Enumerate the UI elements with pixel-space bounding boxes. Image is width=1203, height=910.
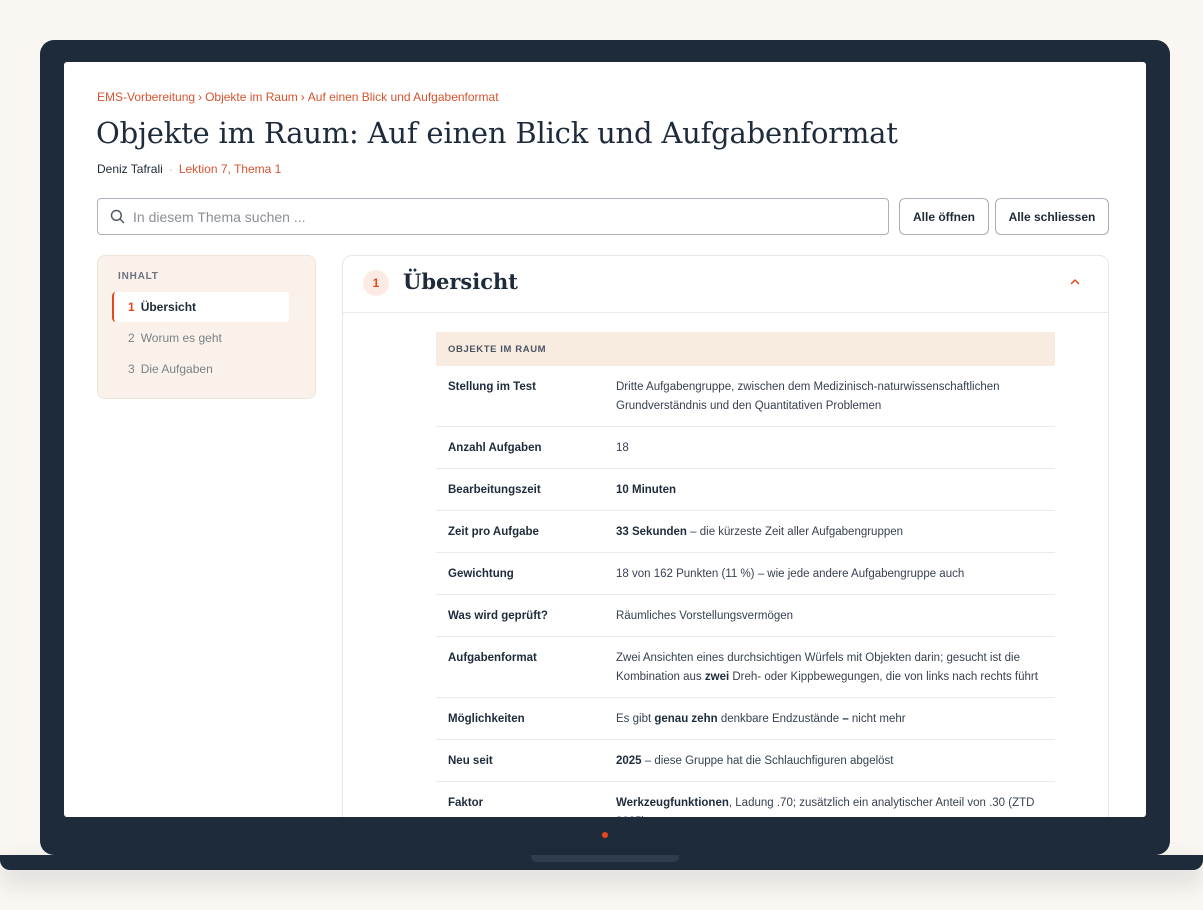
table-row: Was wird geprüft? Räumliches Vorstellungs…	[436, 595, 1055, 637]
table-row: Neu seit 2025 – diese Gruppe hat die Schl…	[436, 740, 1055, 782]
table-row: Aufgabenformat Zwei Ansichten eines durch…	[436, 637, 1055, 698]
row-value-emphasis: zwei	[704, 671, 730, 683]
row-value-text: denkbare Endzustände	[717, 713, 843, 725]
section-header[interactable]: 1 Übersicht	[343, 256, 1108, 313]
row-value-emphasis: 10 Minuten	[616, 484, 677, 496]
breadcrumb: EMS-Vorbereitung › Objekte im Raum › Auf ein…	[97, 90, 499, 104]
row-value-emphasis: 33 Sekunden	[616, 526, 687, 538]
toc-item-label: Übersicht	[140, 300, 197, 314]
row-value-text: Räumliches Vorstellungsvermögen	[616, 610, 794, 622]
meta-separator: ·	[168, 162, 173, 176]
toc-item-die-aufgaben[interactable]: 3 Die Aufgaben	[112, 354, 289, 384]
overview-table: OBJEKTE IM RAUM Stellung im Test Dritte A…	[436, 332, 1055, 817]
row-value-text: 18 von 162 Punkten (11 %) – wie jede and…	[616, 568, 965, 580]
laptop-notch	[531, 855, 679, 862]
row-value: 33 Sekunden – die kürzeste Zeit aller Au…	[616, 523, 1055, 542]
power-indicator-light	[602, 832, 608, 838]
row-label: Bearbeitungszeit	[448, 484, 541, 496]
row-value-text: – die kürzeste Zeit aller Aufgabengruppe…	[686, 526, 904, 538]
table-row: Bearbeitungszeit 10 Minuten	[436, 469, 1055, 511]
row-value-emphasis: Werkzeugfunktionen	[616, 797, 729, 809]
toc-item-number: 1	[128, 300, 135, 314]
row-label: Was wird geprüft?	[448, 610, 548, 622]
search-input[interactable]	[133, 208, 873, 225]
table-row: Zeit pro Aufgabe 33 Sekunden – die kürzes…	[436, 511, 1055, 553]
row-value-text: 18	[616, 442, 629, 454]
table-heading: OBJEKTE IM RAUM	[436, 332, 1055, 366]
toc-title: INHALT	[118, 271, 159, 282]
row-value: 18	[616, 439, 1055, 458]
table-body: Stellung im Test Dritte Aufgabengruppe, z…	[436, 366, 1055, 817]
row-value: 2025 – diese Gruppe hat die Schlauchfigu…	[616, 752, 1055, 771]
row-value: Werkzeugfunktionen, Ladung .70; zusätzli…	[616, 794, 1055, 817]
open-all-button[interactable]: Alle öffnen	[899, 198, 989, 235]
table-row: Faktor Werkzeugfunktionen, Ladung .70; zu…	[436, 782, 1055, 817]
section-title: Übersicht	[403, 269, 518, 294]
row-value-text: Dritte Aufgabengruppe, zwischen dem Medi…	[616, 381, 1000, 412]
table-of-contents: INHALT 1 Übersicht 2 Worum es geht 3 Die Au…	[97, 255, 316, 399]
toc-item-uebersicht[interactable]: 1 Übersicht	[112, 292, 289, 322]
toc-item-worum-es-geht[interactable]: 2 Worum es geht	[112, 323, 289, 353]
table-row: Möglichkeiten Es gibt genau zehn denkbare…	[436, 698, 1055, 740]
row-value-emphasis: 2025	[616, 755, 642, 767]
chevron-up-icon[interactable]	[1069, 276, 1081, 288]
toc-item-label: Die Aufgaben	[140, 362, 213, 376]
table-row: Stellung im Test Dritte Aufgabengruppe, z…	[436, 366, 1055, 427]
row-value-text: Dreh- oder Kippbewegungen, die von links…	[729, 671, 1038, 683]
toc-item-label: Worum es geht	[140, 331, 222, 345]
row-label: Anzahl Aufgaben	[448, 442, 542, 454]
laptop-frame: EMS-Vorbereitung › Objekte im Raum › Auf ein…	[40, 40, 1170, 855]
author-name: Deniz Tafrali	[97, 162, 163, 176]
row-label: Aufgabenformat	[448, 652, 537, 664]
row-value-text: nicht mehr	[848, 713, 906, 725]
row-label: Zeit pro Aufgabe	[448, 526, 539, 538]
row-label: Faktor	[448, 797, 484, 809]
row-label: Möglichkeiten	[448, 713, 525, 725]
breadcrumb-link-objekte[interactable]: Objekte im Raum	[205, 90, 298, 104]
page-title: Objekte im Raum: Auf einen Blick und Auf…	[96, 116, 898, 150]
section-number-badge: 1	[363, 270, 389, 296]
table-row: Anzahl Aufgaben 18	[436, 427, 1055, 469]
close-all-button[interactable]: Alle schliessen	[995, 198, 1109, 235]
search-icon	[110, 209, 125, 224]
table-row: Gewichtung 18 von 162 Punkten (11 %) – wi…	[436, 553, 1055, 595]
toc-item-number: 3	[128, 362, 135, 376]
row-value: Dritte Aufgabengruppe, zwischen dem Medi…	[616, 378, 1055, 416]
row-value: 18 von 162 Punkten (11 %) – wie jede and…	[616, 565, 1055, 584]
breadcrumb-current: Auf einen Blick und Aufgabenformat	[307, 90, 499, 104]
row-value: 10 Minuten	[616, 481, 1055, 500]
row-value: Zwei Ansichten eines durchsichtigen Würf…	[616, 649, 1055, 687]
row-value: Es gibt genau zehn denkbare Endzustände …	[616, 710, 1055, 729]
breadcrumb-separator: ›	[198, 90, 203, 104]
breadcrumb-separator: ›	[300, 90, 305, 104]
row-label: Gewichtung	[448, 568, 514, 580]
toc-item-number: 2	[128, 331, 135, 345]
lesson-label: Lektion 7, Thema 1	[178, 162, 282, 176]
search-box[interactable]	[97, 198, 889, 235]
section-card-uebersicht: 1 Übersicht OBJEKTE IM RAUM Stellung im …	[342, 255, 1109, 817]
row-value-text: Es gibt	[616, 713, 655, 725]
row-value-emphasis: genau zehn	[654, 713, 718, 725]
row-value-text: – diese Gruppe hat die Schlauchfiguren a…	[641, 755, 894, 767]
breadcrumb-link-ems[interactable]: EMS-Vorbereitung	[97, 90, 195, 104]
row-label: Stellung im Test	[448, 381, 536, 393]
browser-screen: EMS-Vorbereitung › Objekte im Raum › Auf ein…	[64, 62, 1146, 817]
page-meta: Deniz Tafrali · Lektion 7, Thema 1	[97, 162, 281, 176]
row-label: Neu seit	[448, 755, 493, 767]
row-value: Räumliches Vorstellungsvermögen	[616, 607, 1055, 626]
